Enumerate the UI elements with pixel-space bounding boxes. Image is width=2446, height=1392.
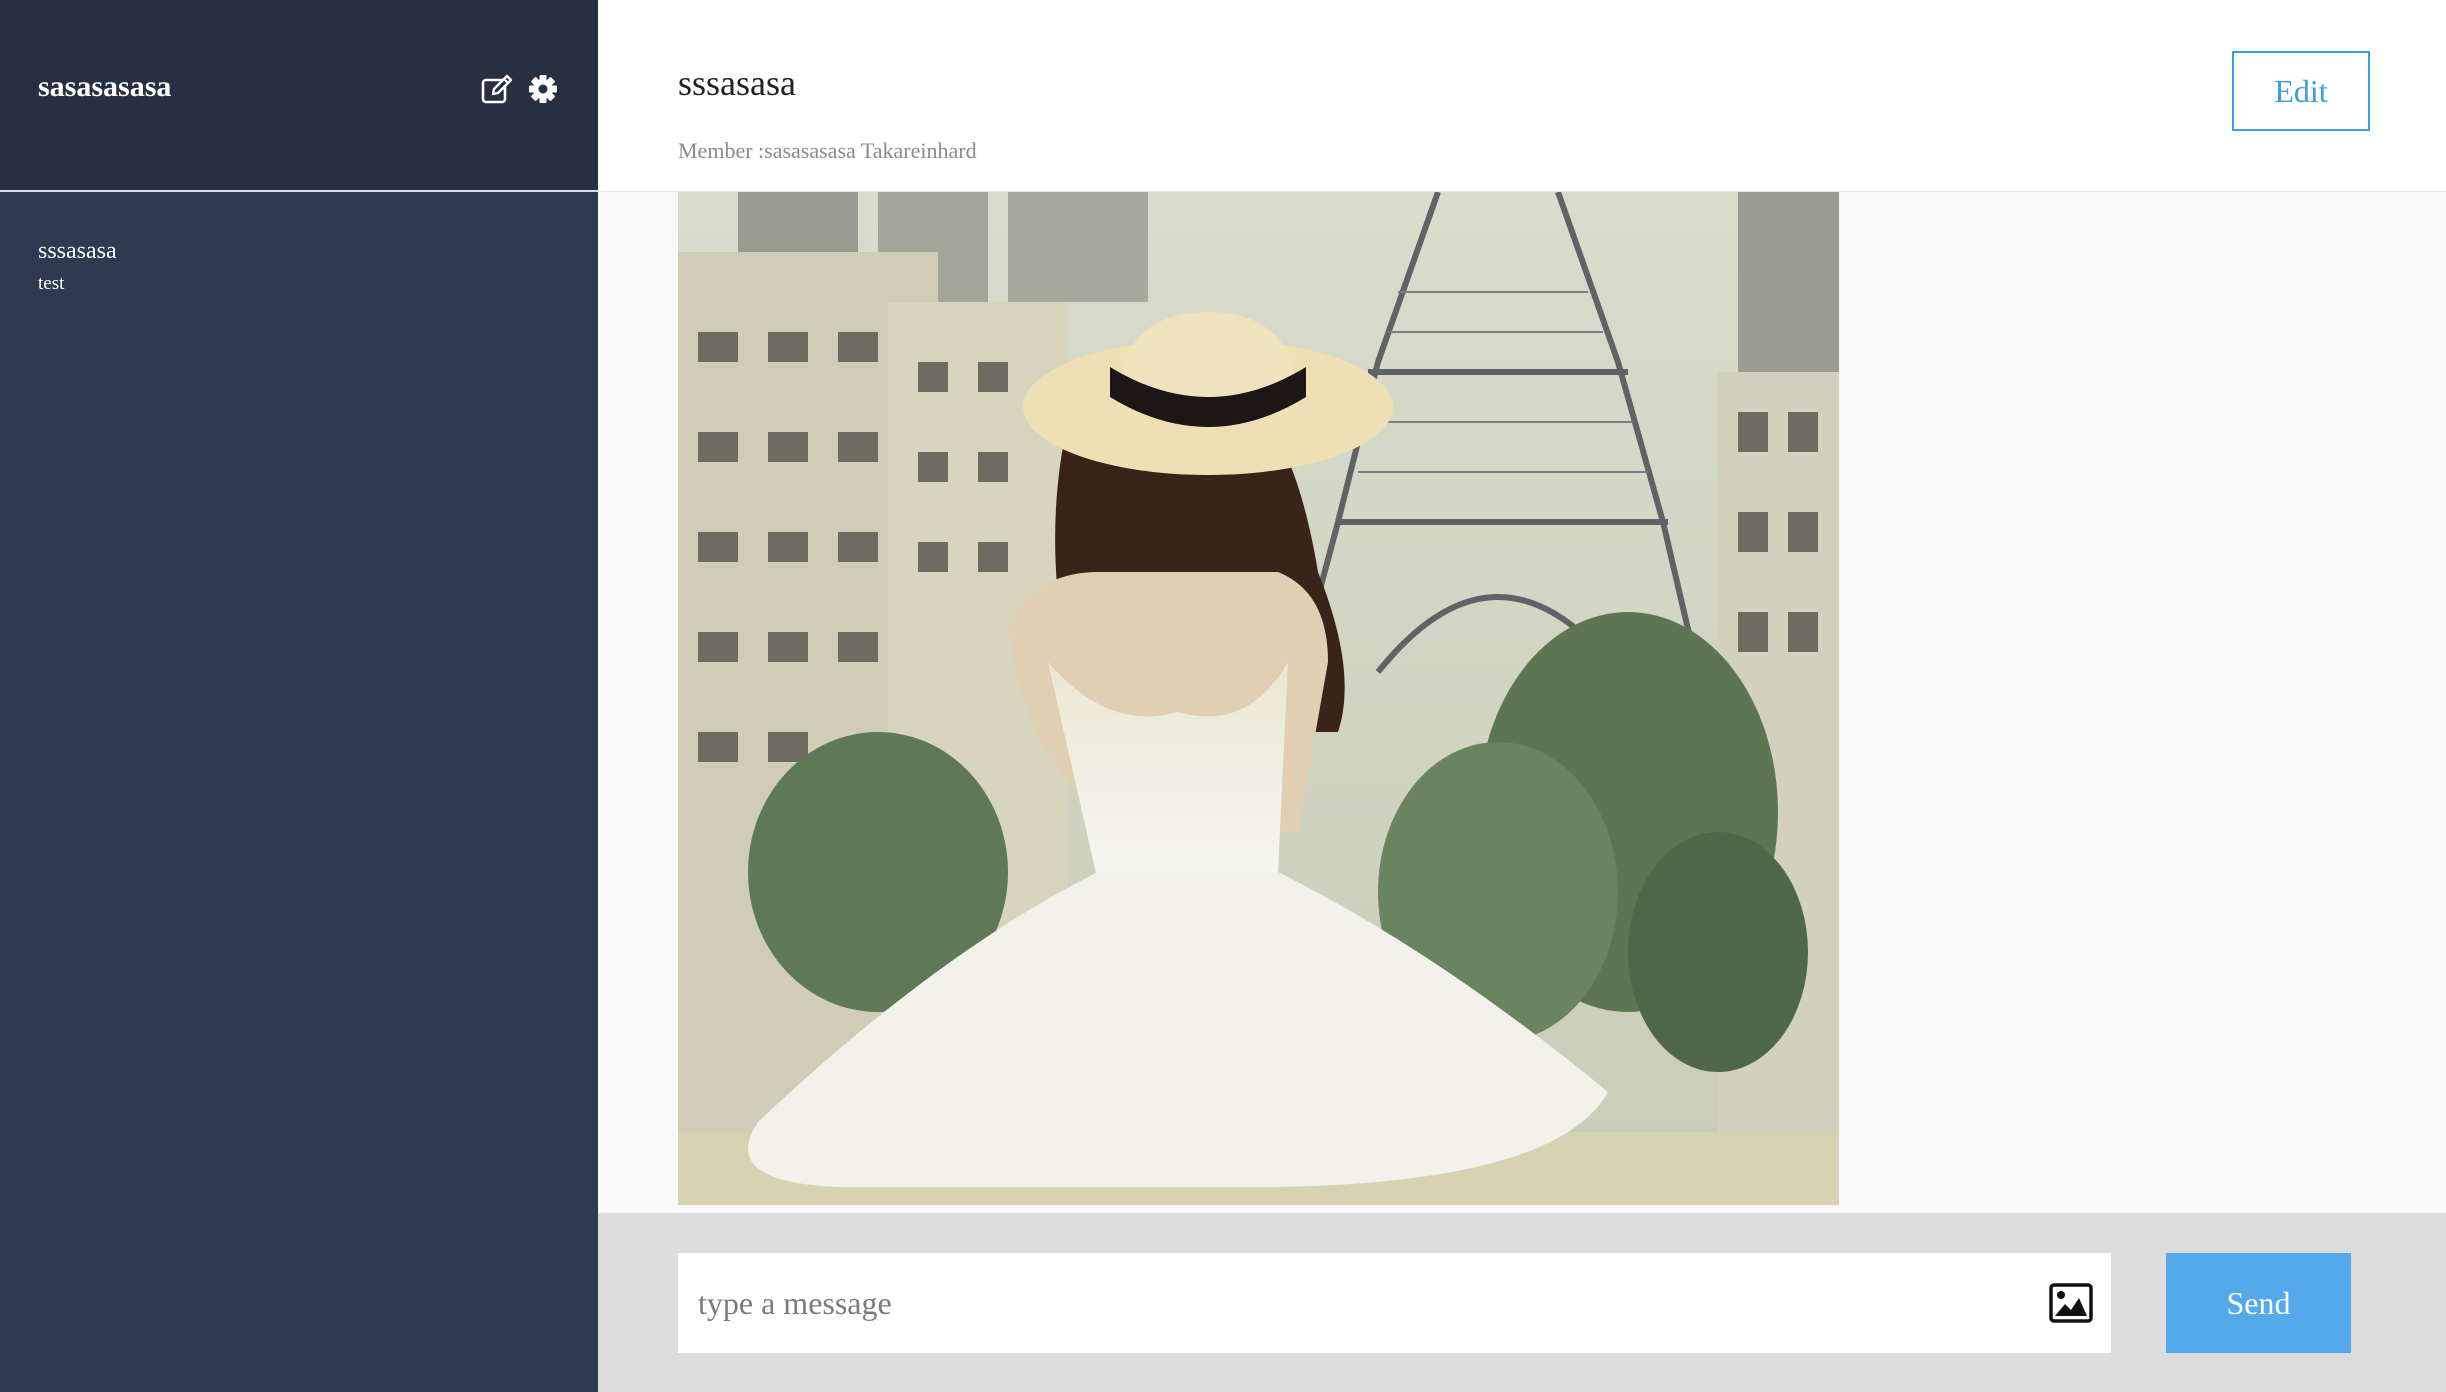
message-input[interactable] bbox=[678, 1253, 2018, 1353]
conversation-title: sssasasa bbox=[38, 238, 117, 264]
conversation-preview: test bbox=[38, 273, 65, 294]
message-list bbox=[598, 192, 2446, 1213]
current-username: sasasasasa bbox=[38, 70, 172, 103]
sidebar: sasasasasa sssasasa test bbox=[0, 0, 598, 1392]
chat-panel: sssasasa Member :sasasasasa Takareinhard… bbox=[598, 0, 2446, 1392]
send-button[interactable]: Send bbox=[2166, 1253, 2351, 1353]
chat-app: sasasasasa sssasasa test sssasasa Member… bbox=[0, 0, 2446, 1392]
sidebar-actions bbox=[480, 72, 560, 106]
edit-button[interactable]: Edit bbox=[2232, 51, 2370, 131]
chat-title: sssasasa bbox=[678, 63, 796, 103]
edit-icon[interactable] bbox=[480, 72, 514, 106]
gear-icon[interactable] bbox=[526, 72, 560, 106]
message-image[interactable] bbox=[678, 192, 1839, 1205]
chat-members: Member :sasasasasa Takareinhard bbox=[678, 138, 977, 163]
image-icon[interactable] bbox=[2049, 1283, 2093, 1323]
message-composer: Send bbox=[598, 1213, 2446, 1392]
message-input-wrapper bbox=[678, 1253, 2111, 1353]
conversation-item[interactable]: sssasasa test bbox=[38, 234, 558, 300]
chat-header: sssasasa Member :sasasasasa Takareinhard… bbox=[598, 0, 2446, 192]
sidebar-header: sasasasasa bbox=[0, 0, 598, 192]
